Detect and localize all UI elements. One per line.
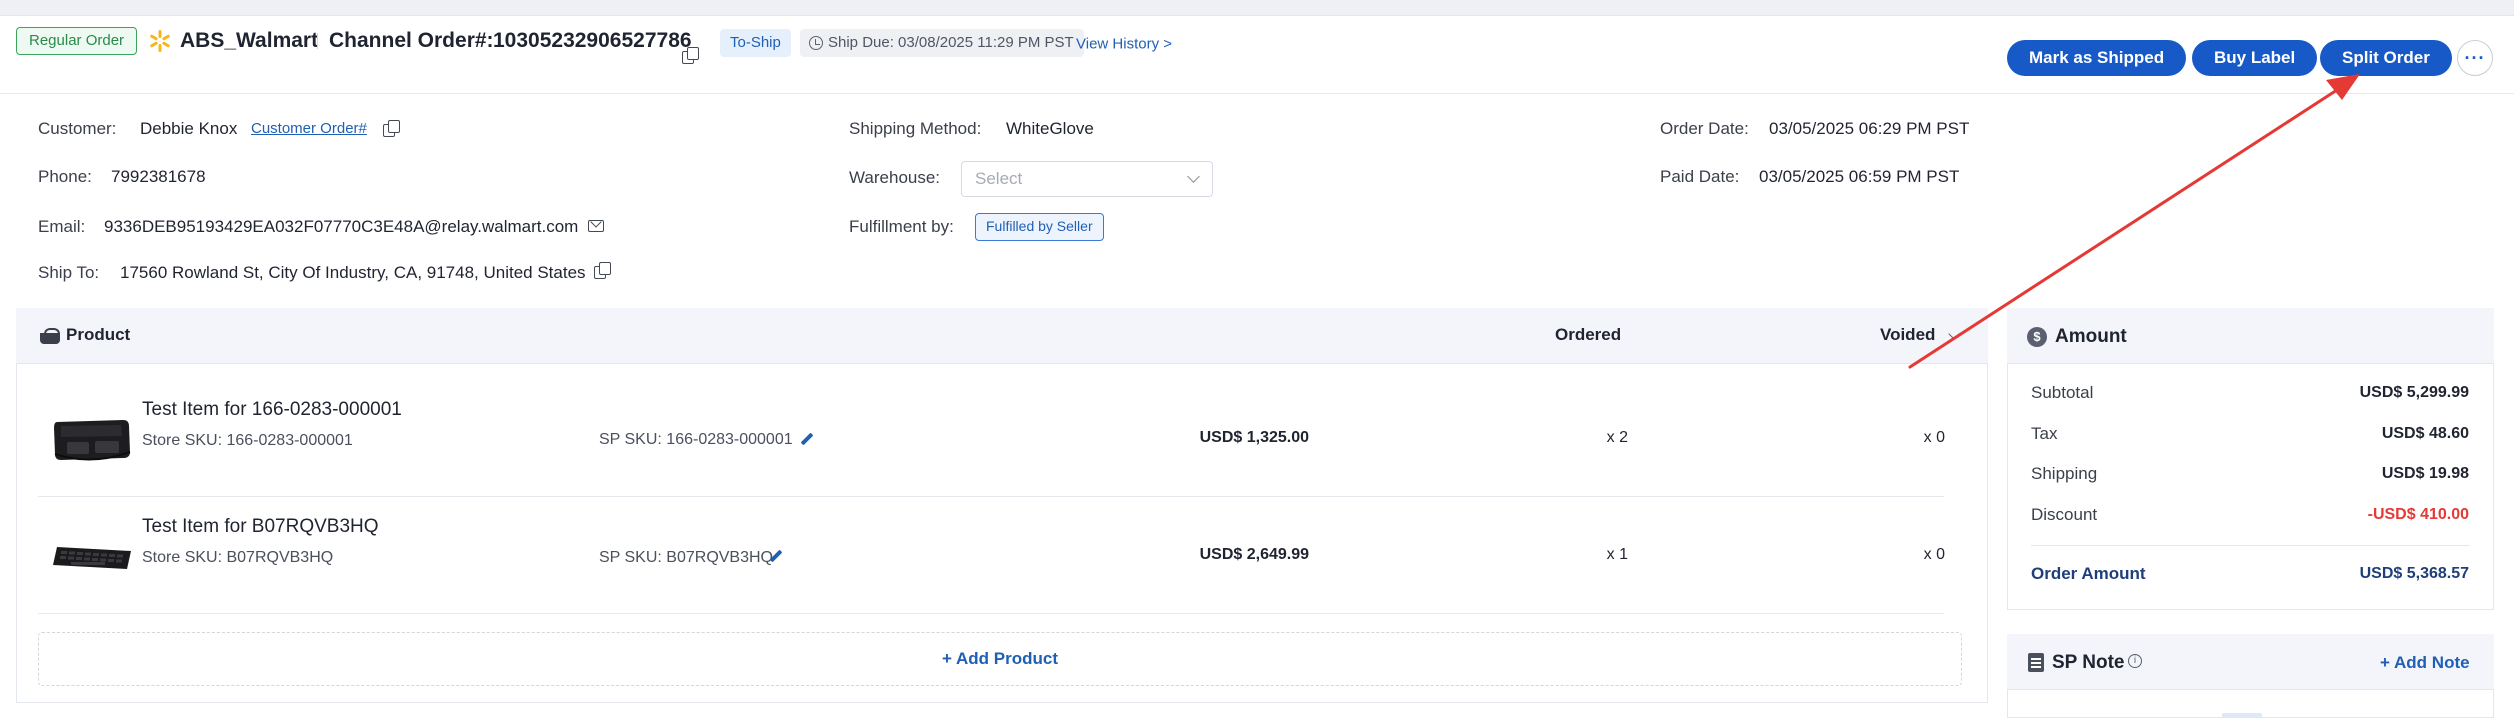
customer-name: Debbie Knox <box>140 119 238 138</box>
add-note-button[interactable]: + Add Note <box>2380 652 2470 674</box>
product-price: USD$ 1,325.00 <box>1199 429 1309 446</box>
amount-divider <box>2031 545 2470 546</box>
basket-icon <box>40 328 60 344</box>
products-header <box>16 308 1988 364</box>
subtotal-value: USD$ 5,299.99 <box>2359 384 2469 401</box>
phone-value: 7992381678 <box>111 167 206 186</box>
row-divider <box>38 613 1944 614</box>
email-value: 9336DEB95193429EA032F07770C3E48A@relay.w… <box>104 217 579 236</box>
warehouse-select[interactable]: Select <box>961 161 1213 197</box>
dollar-icon: $ <box>2027 327 2047 347</box>
row-divider <box>38 496 1944 497</box>
shipping-method-label: Shipping Method: <box>849 119 982 138</box>
customer-label: Customer: <box>38 119 117 138</box>
voided-qty: x 0 <box>1923 546 1945 563</box>
sp-sku: SP SKU: 166-0283-000001 <box>599 431 793 448</box>
ship-to-value: 17560 Rowland St, City Of Industry, CA, … <box>120 263 586 282</box>
ship-to-label: Ship To: <box>38 263 100 282</box>
amount-title: Amount <box>2055 326 2127 347</box>
channel-order-label: Channel Order#: <box>329 29 494 52</box>
ship-due-badge: Ship Due: 03/08/2025 11:29 PM PST <box>800 29 1084 57</box>
shipping-value: USD$ 19.98 <box>2381 465 2469 482</box>
clock-icon <box>809 36 823 50</box>
phone-label: Phone: <box>38 167 92 186</box>
ordered-qty: x 2 <box>1606 429 1628 446</box>
warehouse-placeholder: Select <box>975 169 1023 188</box>
more-actions-button[interactable]: ··· <box>2457 40 2493 76</box>
edit-pencil-icon[interactable] <box>801 433 813 445</box>
paid-date-value: 03/05/2025 06:59 PM PST <box>1759 167 1960 186</box>
fulfillment-label: Fulfillment by: <box>849 217 954 236</box>
channel-order-number: 10305232906527786 <box>493 29 692 52</box>
shipping-label: Shipping <box>2031 464 2098 483</box>
product-name: Test Item for 166-0283-000001 <box>142 399 402 420</box>
shipping-method-value: WhiteGlove <box>1006 119 1094 138</box>
subtotal-label: Subtotal <box>2031 383 2094 402</box>
mail-icon[interactable] <box>588 220 604 232</box>
paid-date-label: Paid Date: <box>1660 167 1740 186</box>
order-amount-label: Order Amount <box>2031 564 2146 583</box>
view-history-link[interactable]: View History > <box>1076 36 1172 53</box>
mark-as-shipped-button[interactable]: Mark as Shipped <box>2007 40 2187 76</box>
walmart-spark-icon <box>150 30 170 52</box>
add-product-button[interactable]: + Add Product <box>38 632 1962 686</box>
email-label: Email: <box>38 217 86 236</box>
order-date-label: Order Date: <box>1660 119 1749 138</box>
discount-value: -USD$ 410.00 <box>2367 506 2469 523</box>
status-badge: To-Ship <box>720 29 791 57</box>
top-strip <box>0 0 2514 16</box>
note-content-stub <box>2222 713 2262 718</box>
chevron-down-icon <box>1187 170 1200 183</box>
sp-sku: SP SKU: B07RQVB3HQ <box>599 549 773 566</box>
split-order-button[interactable]: Split Order <box>2320 40 2452 76</box>
order-date-value: 03/05/2025 06:29 PM PST <box>1769 119 1970 138</box>
copy-customer-order-icon[interactable] <box>383 120 400 137</box>
store-sku: Store SKU: B07RQVB3HQ <box>142 549 334 566</box>
product-price: USD$ 2,649.99 <box>1199 546 1309 563</box>
ordered-column-header: Ordered <box>1555 325 1622 344</box>
order-amount-value: USD$ 5,368.57 <box>2359 565 2469 582</box>
product-name: Test Item for B07RQVB3HQ <box>142 516 379 537</box>
voided-column-header: Voided <box>1880 325 1936 344</box>
store-name: ABS_Walmart <box>180 29 319 52</box>
ordered-qty: x 1 <box>1606 546 1628 563</box>
product-thumbnail <box>54 420 131 461</box>
sp-note-title: SP Note <box>2052 652 2125 673</box>
voided-qty: x 0 <box>1923 429 1945 446</box>
tax-label: Tax <box>2031 424 2058 443</box>
copy-address-icon[interactable] <box>594 262 611 279</box>
edit-pencil-icon[interactable] <box>770 550 782 562</box>
fulfillment-badge: Fulfilled by Seller <box>975 213 1104 241</box>
product-column-header: Product <box>66 325 131 344</box>
info-icon[interactable]: i <box>2128 654 2142 668</box>
store-sku: Store SKU: 166-0283-000001 <box>142 432 353 449</box>
ship-due-text: Ship Due: 03/08/2025 11:29 PM PST <box>828 34 1074 51</box>
warehouse-label: Warehouse: <box>849 168 941 187</box>
copy-order-number-icon[interactable] <box>682 47 699 64</box>
discount-label: Discount <box>2031 505 2098 524</box>
order-type-badge: Regular Order <box>16 27 138 55</box>
tax-value: USD$ 48.60 <box>2381 425 2469 442</box>
header-divider <box>317 33 318 49</box>
product-thumbnail <box>53 547 131 569</box>
customer-order-link[interactable]: Customer Order# <box>251 118 367 140</box>
buy-label-button[interactable]: Buy Label <box>2192 40 2318 76</box>
note-icon <box>2028 653 2044 672</box>
